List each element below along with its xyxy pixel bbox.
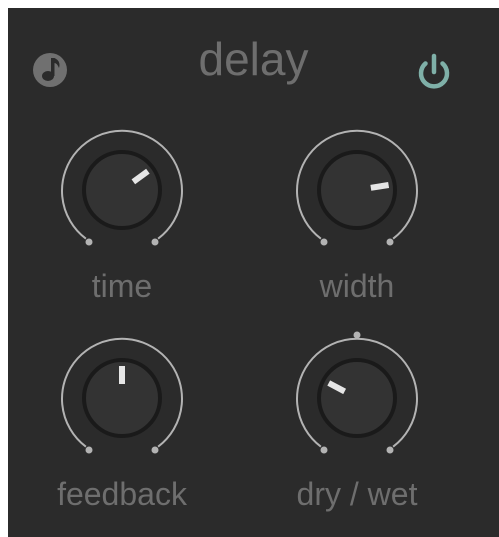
knob-graphic	[61, 129, 183, 246]
feedback-knob[interactable]	[52, 328, 192, 468]
width-label: width	[319, 268, 395, 304]
knob-graphic	[61, 337, 183, 454]
knob-graphic	[296, 129, 418, 246]
time-label: time	[91, 268, 153, 304]
max-dot	[151, 238, 159, 246]
max-dot	[386, 238, 394, 246]
min-dot	[320, 446, 328, 454]
max-dot	[151, 446, 159, 454]
center-dot	[353, 331, 361, 339]
dry-wet-knob[interactable]	[287, 328, 427, 468]
knob-indicator	[370, 182, 390, 191]
width-knob[interactable]	[287, 120, 427, 260]
panel-header: delay	[8, 8, 499, 128]
feedback-label: feedback	[57, 476, 187, 512]
dry-wet-label: dry / wet	[296, 476, 418, 512]
min-dot	[85, 238, 93, 246]
power-icon[interactable]	[410, 46, 458, 94]
min-dot	[85, 446, 93, 454]
max-dot	[386, 446, 394, 454]
min-dot	[320, 238, 328, 246]
knob-graphic	[296, 331, 418, 454]
delay-panel: delay time width feedback dry / wet	[8, 8, 499, 537]
time-knob[interactable]	[52, 120, 192, 260]
